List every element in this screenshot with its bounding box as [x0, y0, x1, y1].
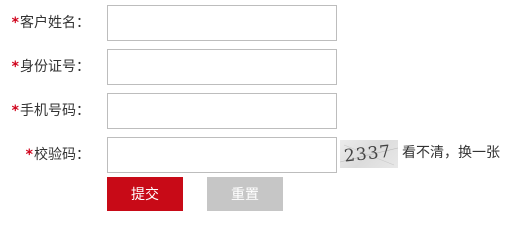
customer-name-label: *客户姓名： — [12, 5, 90, 41]
captcha-label: *校验码： — [26, 137, 90, 173]
required-mark: * — [25, 147, 33, 163]
captcha-row: *校验码： 2337 看不清，换一张 — [0, 137, 512, 173]
required-mark: * — [11, 59, 19, 75]
customer-name-label-text: 客户姓名： — [20, 15, 90, 31]
id-number-row: *身份证号： — [0, 49, 512, 85]
customer-name-row: *客户姓名： — [0, 5, 512, 41]
id-number-label: *身份证号： — [12, 49, 90, 85]
customer-verification-form: *客户姓名： *身份证号： *手机号码： *校验码： 2337 看不清，换一张 — [0, 0, 512, 219]
captcha-refresh-link[interactable]: 看不清，换一张 — [402, 137, 500, 173]
captcha-graphic: 2337 — [340, 142, 398, 167]
required-mark: * — [11, 15, 19, 31]
reset-button[interactable]: 重置 — [207, 177, 283, 211]
phone-number-input[interactable] — [107, 93, 337, 129]
phone-number-label: *手机号码： — [12, 93, 90, 129]
id-number-label-text: 身份证号： — [20, 59, 90, 75]
captcha-code: 2337 — [343, 142, 392, 167]
captcha-image[interactable]: 2337 — [340, 140, 398, 168]
submit-button[interactable]: 提交 — [107, 177, 183, 211]
phone-number-row: *手机号码： — [0, 93, 512, 129]
customer-name-input[interactable] — [107, 5, 337, 41]
id-number-input[interactable] — [107, 49, 337, 85]
required-mark: * — [11, 103, 19, 119]
phone-number-label-text: 手机号码： — [20, 103, 90, 119]
captcha-label-text: 校验码： — [34, 147, 90, 163]
captcha-input[interactable] — [107, 137, 337, 173]
